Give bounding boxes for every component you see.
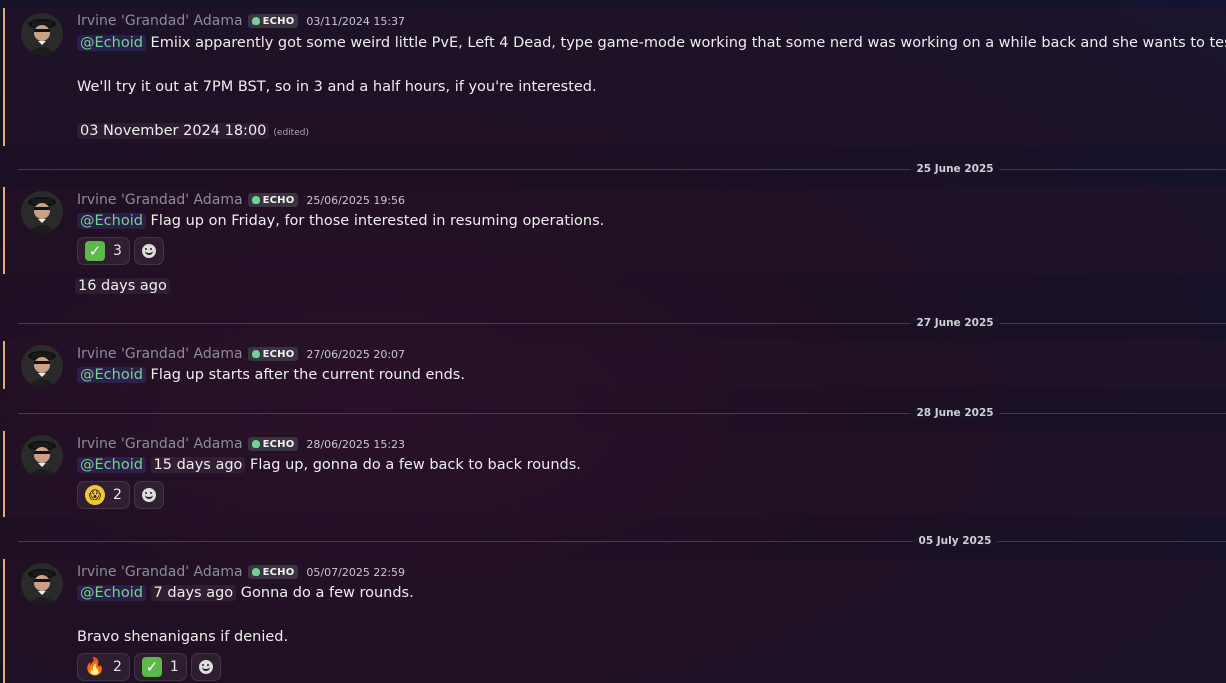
server-tag[interactable]: ECHO [247, 193, 299, 207]
timestamp[interactable]: 28/06/2025 15:23 [306, 438, 405, 451]
message-list: Irvine 'Grandad' Adama ECHO 03/11/2024 1… [0, 0, 1226, 683]
author-name[interactable]: Irvine 'Grandad' Adama [77, 436, 243, 452]
message: Irvine 'Grandad' Adama ECHO 27/06/2025 2… [3, 341, 1226, 389]
message-text: @Echoid 7 days ago Gonna do a few rounds… [77, 583, 414, 603]
message-text: @Echoid 15 days ago Flag up, gonna do a … [77, 455, 581, 475]
message-text: 03 November 2024 18:00 (edited) [77, 121, 309, 141]
check-mark-icon: ✓ [141, 657, 162, 677]
author-name[interactable]: Irvine 'Grandad' Adama [77, 346, 243, 362]
message-text: @Echoid Flag up on Friday, for those int… [77, 211, 604, 231]
server-tag[interactable]: ECHO [247, 14, 299, 28]
avatar[interactable] [21, 435, 63, 477]
date-divider [18, 541, 1226, 542]
reactions: 😱 2 [77, 481, 164, 509]
server-tag[interactable]: ECHO [247, 565, 299, 579]
avatar[interactable] [21, 191, 63, 233]
screaming-face-icon: 😱 [85, 485, 105, 505]
mention[interactable]: @Echoid [77, 213, 146, 229]
timestamp[interactable]: 05/07/2025 22:59 [306, 566, 405, 579]
reaction-count: 2 [113, 659, 122, 675]
add-reaction-button[interactable] [133, 481, 164, 509]
reactions: ✓ 3 [77, 237, 164, 265]
tag-label: ECHO [262, 566, 295, 578]
message-text: We'll try it out at 7PM BST, so in 3 and… [77, 79, 597, 95]
date-divider [18, 323, 1226, 324]
message-body: Flag up on Friday, for those interested … [150, 213, 605, 229]
reaction-screaming-face[interactable]: 😱 2 [77, 481, 130, 509]
add-reaction-button[interactable] [190, 653, 221, 681]
smiley-icon [141, 488, 156, 502]
message-text: @Echoid Emiix apparently got some weird … [77, 33, 1226, 53]
time-chip[interactable]: 16 days ago [75, 278, 170, 294]
relative-time: 16 days ago [75, 276, 170, 296]
message-header: Irvine 'Grandad' Adama ECHO 25/06/2025 1… [77, 191, 405, 209]
tag-label: ECHO [262, 348, 295, 360]
reaction-count: 2 [113, 487, 122, 503]
smiley-icon [141, 244, 156, 258]
date-divider-label: 05 July 2025 [912, 535, 998, 547]
fire-icon: 🔥 [84, 657, 106, 677]
avatar[interactable] [21, 345, 63, 387]
timestamp[interactable]: 25/06/2025 19:56 [306, 194, 405, 207]
reaction-check-mark[interactable]: ✓ 1 [133, 653, 187, 681]
message-text: Bravo shenanigans if denied. [77, 629, 289, 645]
author-name[interactable]: Irvine 'Grandad' Adama [77, 13, 243, 29]
message-header: Irvine 'Grandad' Adama ECHO 03/11/2024 1… [77, 12, 405, 30]
time-chip[interactable]: 7 days ago [150, 585, 237, 601]
avatar[interactable] [21, 563, 63, 605]
mention[interactable]: @Echoid [77, 367, 146, 383]
timestamp[interactable]: 27/06/2025 20:07 [306, 348, 405, 361]
tag-label: ECHO [262, 438, 295, 450]
mention[interactable]: @Echoid [77, 585, 146, 601]
message: Irvine 'Grandad' Adama ECHO 05/07/2025 2… [3, 559, 1226, 683]
date-divider [18, 413, 1226, 414]
message-text: @Echoid Flag up starts after the current… [77, 365, 465, 385]
reaction-count: 1 [169, 659, 179, 675]
message-body: Emiix apparently got some weird little P… [150, 35, 1226, 51]
smiley-icon [198, 660, 213, 674]
date-divider [18, 169, 1226, 170]
date-divider-label: 25 June 2025 [910, 163, 1000, 175]
message-header: Irvine 'Grandad' Adama ECHO 05/07/2025 2… [77, 563, 405, 581]
message-body: Gonna do a few rounds. [240, 585, 414, 601]
reaction-count: 3 [113, 243, 122, 259]
message-body: Flag up starts after the current round e… [150, 367, 465, 383]
skull-icon [251, 17, 260, 25]
server-tag[interactable]: ECHO [247, 437, 299, 451]
author-name[interactable]: Irvine 'Grandad' Adama [77, 564, 243, 580]
server-tag[interactable]: ECHO [247, 347, 299, 361]
mention[interactable]: @Echoid [77, 35, 146, 51]
avatar[interactable] [21, 13, 63, 55]
skull-icon [251, 196, 260, 204]
edited-label: (edited) [273, 128, 309, 138]
message-body: Flag up, gonna do a few back to back rou… [250, 457, 581, 473]
message: Irvine 'Grandad' Adama ECHO 03/11/2024 1… [3, 8, 1226, 146]
date-chip[interactable]: 03 November 2024 18:00 [77, 123, 270, 139]
add-reaction-button[interactable] [133, 237, 164, 265]
date-divider-label: 28 June 2025 [910, 407, 1000, 419]
reaction-check-mark[interactable]: ✓ 3 [77, 237, 130, 265]
reaction-fire[interactable]: 🔥 2 [77, 653, 130, 681]
timestamp[interactable]: 03/11/2024 15:37 [306, 15, 405, 28]
check-mark-icon: ✓ [85, 241, 105, 261]
skull-icon [251, 440, 260, 448]
tag-label: ECHO [262, 194, 295, 206]
author-name[interactable]: Irvine 'Grandad' Adama [77, 192, 243, 208]
message-header: Irvine 'Grandad' Adama ECHO 28/06/2025 1… [77, 435, 405, 453]
skull-icon [251, 350, 260, 358]
reactions: 🔥 2 ✓ 1 [77, 653, 221, 681]
message: Irvine 'Grandad' Adama ECHO 25/06/2025 1… [3, 187, 1226, 274]
mention[interactable]: @Echoid [77, 457, 146, 473]
date-divider-label: 27 June 2025 [910, 317, 1000, 329]
message-header: Irvine 'Grandad' Adama ECHO 27/06/2025 2… [77, 345, 405, 363]
time-chip[interactable]: 15 days ago [150, 457, 246, 473]
message: Irvine 'Grandad' Adama ECHO 28/06/2025 1… [3, 431, 1226, 517]
skull-icon [251, 568, 260, 576]
tag-label: ECHO [262, 15, 295, 27]
